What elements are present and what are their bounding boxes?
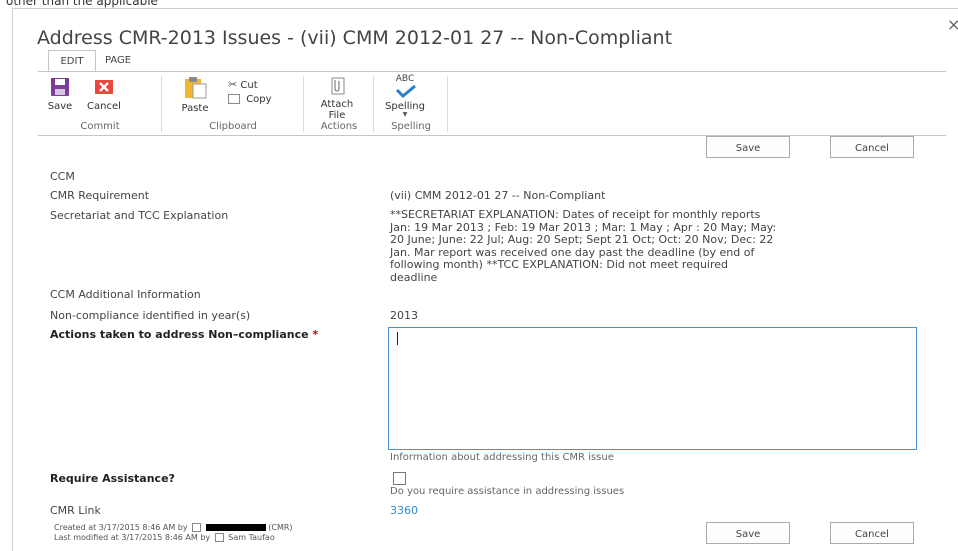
attach-file-icon	[331, 77, 345, 95]
group-label-actions: Actions	[320, 121, 358, 132]
actions-hint: Information about addressing this CMR is…	[390, 452, 614, 463]
ribbon-cancel-button[interactable]: Cancel	[84, 76, 124, 112]
cancel-button-top[interactable]: Cancel	[830, 136, 914, 158]
group-divider	[447, 76, 448, 132]
require-assistance-hint: Do you require assistance in addressing …	[390, 486, 625, 497]
ribbon-cut-label: Cut	[240, 80, 258, 91]
save-icon	[51, 78, 69, 96]
page-text-fragment: other than the applicable	[6, 0, 158, 8]
cmr-requirement-label: CMR Requirement	[50, 189, 150, 202]
actions-label: Actions taken to address Non–compliance …	[50, 328, 318, 341]
tab-page[interactable]: PAGE	[98, 50, 138, 72]
spelling-icon	[395, 84, 416, 99]
modified-info: Last modified at 3/17/2015 8:46 AM by Sa…	[54, 533, 275, 542]
ribbon-attach-label-1: Attach	[320, 99, 354, 110]
ribbon-group-actions: Attach File Actions	[304, 72, 374, 135]
require-assistance-label: Require Assistance?	[50, 472, 175, 485]
created-suffix: (CMR)	[268, 523, 293, 532]
ribbon-group-spelling: ABC Spelling ▼ Spelling	[374, 72, 448, 135]
group-label-clipboard: Clipboard	[209, 121, 257, 132]
cmr-link[interactable]: 3360	[390, 504, 418, 517]
ribbon-attach-label-2: File	[328, 110, 346, 121]
year-label: Non-compliance identified in year(s)	[50, 309, 251, 322]
year-value: 2013	[390, 309, 418, 322]
ribbon-paste-button[interactable]: Paste	[178, 74, 212, 114]
ribbon: Save Cancel Commit Paste ✂ Cut Copy Clip…	[38, 71, 946, 136]
close-icon[interactable]: ×	[947, 15, 958, 34]
chevron-down-icon: ▼	[402, 111, 408, 118]
ribbon-copy-label: Copy	[246, 94, 272, 105]
ribbon-copy-button[interactable]: Copy	[228, 94, 272, 105]
require-assistance-checkbox[interactable]	[393, 472, 406, 485]
ccm-label: CCM	[50, 170, 75, 183]
actions-textarea[interactable]	[388, 327, 917, 450]
ribbon-spelling-button[interactable]: ABC Spelling ▼	[382, 74, 428, 118]
save-button-top[interactable]: Save	[706, 136, 790, 158]
copy-icon	[228, 94, 240, 104]
cut-icon: ✂	[228, 78, 238, 91]
spelling-abc: ABC	[395, 74, 415, 84]
ribbon-group-commit: Save Cancel Commit	[38, 72, 162, 135]
modified-prefix: Last modified at 3/17/2015 8:46 AM by	[54, 533, 211, 542]
ribbon-group-clipboard: Paste ✂ Cut Copy Clipboard	[162, 72, 304, 135]
save-button-bottom[interactable]: Save	[706, 522, 790, 544]
user-presence-icon	[214, 533, 224, 542]
ribbon-save-button[interactable]: Save	[44, 76, 76, 112]
created-prefix: Created at 3/17/2015 8:46 AM by	[54, 523, 188, 532]
redacted-user	[205, 524, 266, 531]
user-presence-icon	[192, 523, 202, 532]
ribbon-cancel-label: Cancel	[87, 101, 121, 112]
dialog-title: Address CMR-2013 Issues - (vii) CMM 2012…	[37, 27, 673, 49]
modified-user[interactable]: Sam Taufao	[228, 533, 274, 542]
explanation-label: Secretariat and TCC Explanation	[50, 209, 229, 222]
group-label-spelling: Spelling	[391, 121, 431, 132]
cancel-button-bottom[interactable]: Cancel	[830, 522, 914, 544]
actions-label-text: Actions taken to address Non–compliance	[50, 328, 309, 341]
created-info: Created at 3/17/2015 8:46 AM by (CMR)	[54, 523, 293, 532]
explanation-line: 20 June; June: 22 Jul; Aug: 20 Sept; Sep…	[390, 233, 774, 246]
cmr-link-label: CMR Link	[50, 504, 101, 517]
ribbon-paste-label: Paste	[181, 103, 209, 114]
ribbon-cut-button[interactable]: ✂ Cut	[228, 78, 258, 91]
required-marker: *	[312, 328, 319, 341]
text-caret	[397, 332, 398, 345]
paste-icon	[185, 77, 207, 99]
explanation-line: deadline	[390, 270, 438, 284]
ribbon-save-label: Save	[47, 101, 73, 112]
explanation-line: following month) **TCC EXPLANATION: Did …	[390, 258, 729, 271]
cmr-requirement-value: (vii) CMM 2012-01 27 -- Non-Compliant	[390, 189, 606, 202]
group-label-commit: Commit	[80, 121, 120, 132]
ccm-additional-info-label: CCM Additional Information	[50, 288, 201, 301]
explanation-line: **SECRETARIAT EXPLANATION: Dates of rece…	[390, 208, 761, 221]
ribbon-attach-file-button[interactable]: Attach File	[316, 76, 358, 121]
explanation-value: **SECRETARIAT EXPLANATION: Dates of rece…	[390, 208, 930, 284]
cancel-icon	[95, 80, 113, 94]
